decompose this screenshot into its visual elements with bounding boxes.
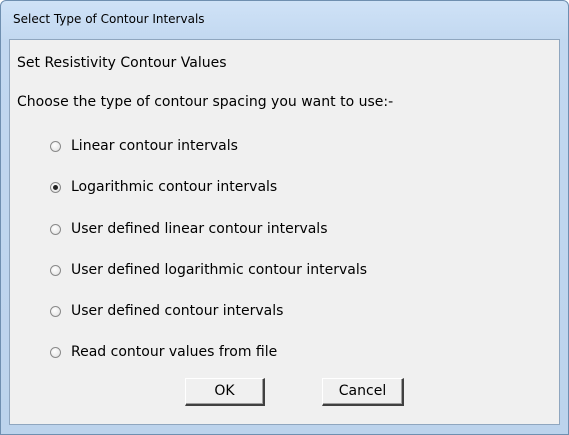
radio-logarithmic-intervals[interactable]: Logarithmic contour intervals [50,177,277,197]
radio-label: User defined logarithmic contour interva… [71,262,368,278]
radio-label: User defined linear contour intervals [71,221,328,237]
ok-button[interactable]: OK [185,378,265,406]
dialog-prompt: Choose the type of contour spacing you w… [17,94,394,110]
radio-button-icon[interactable] [50,223,61,235]
radio-button-icon[interactable] [50,264,61,276]
radio-button-icon[interactable] [50,346,61,358]
dialog-window: Select Type of Contour Intervals Set Res… [0,0,569,435]
radio-label: Logarithmic contour intervals [71,179,278,195]
radio-user-logarithmic-intervals[interactable]: User defined logarithmic contour interva… [50,260,367,280]
radio-user-defined-intervals[interactable]: User defined contour intervals [50,301,283,321]
dialog-body: Set Resistivity Contour Values Choose th… [9,39,560,425]
radio-label: User defined contour intervals [71,303,284,319]
radio-label: Read contour values from file [71,344,278,360]
radio-button-icon[interactable] [50,305,61,317]
radio-user-linear-intervals[interactable]: User defined linear contour intervals [50,219,328,239]
title-bar[interactable]: Select Type of Contour Intervals [1,1,568,39]
window-title: Select Type of Contour Intervals [13,12,205,26]
radio-read-from-file[interactable]: Read contour values from file [50,342,277,362]
radio-label: Linear contour intervals [71,138,238,154]
dialog-heading: Set Resistivity Contour Values [17,55,227,71]
radio-button-checked-icon[interactable] [50,181,61,193]
radio-button-icon[interactable] [50,140,61,152]
radio-linear-intervals[interactable]: Linear contour intervals [50,136,238,156]
cancel-button[interactable]: Cancel [322,378,404,406]
